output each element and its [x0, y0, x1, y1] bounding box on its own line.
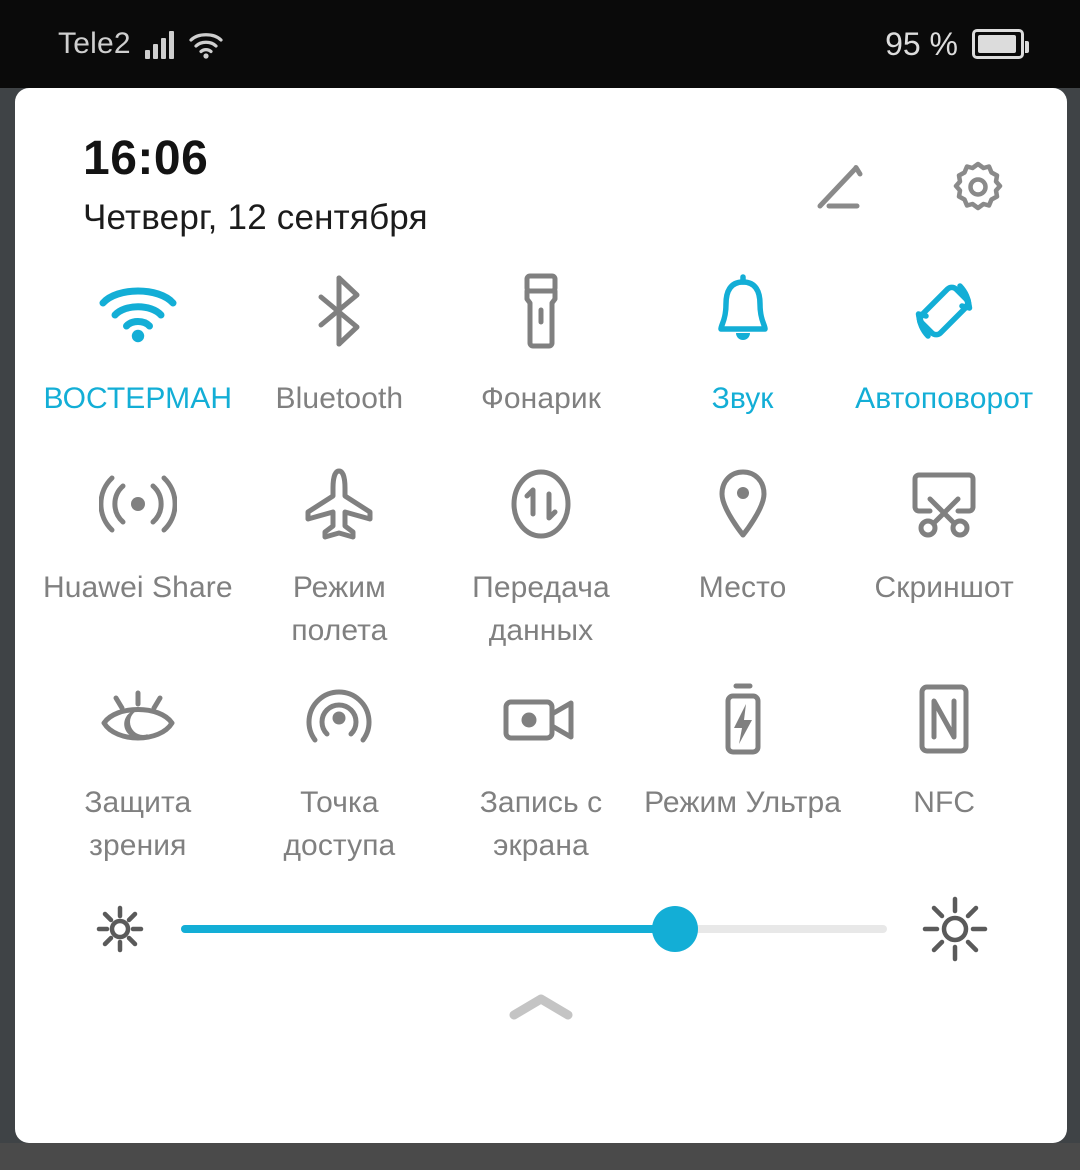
tile-label: Место	[698, 570, 787, 604]
tile-location[interactable]: Место	[642, 449, 844, 652]
collapse-handle[interactable]	[15, 971, 1067, 1045]
battery-percent-label: 95 %	[885, 25, 958, 62]
carrier-label: Tele2	[58, 27, 131, 60]
wifi-icon	[95, 274, 181, 348]
panel-header-actions	[811, 134, 1009, 218]
nfc-icon	[914, 682, 974, 756]
location-pin-icon	[713, 467, 773, 541]
tile-eye-comfort[interactable]: Защита зрения	[37, 664, 239, 867]
tile-label: Bluetooth	[275, 382, 404, 416]
tile-hotspot[interactable]: Точка доступа	[239, 664, 441, 867]
gear-icon[interactable]	[947, 156, 1009, 218]
tile-label: NFC	[913, 786, 976, 820]
tile-sound[interactable]: Звук	[642, 256, 844, 421]
panel-header: 16:06 Четверг, 12 сентября	[15, 88, 1067, 238]
status-bar-right: 95 %	[885, 25, 1029, 63]
slider-thumb[interactable]	[652, 906, 699, 953]
status-bar-left: Tele2	[58, 27, 224, 61]
clock-block: 16:06 Четверг, 12 сентября	[83, 132, 428, 238]
screen-record-icon	[501, 682, 581, 756]
tile-airplane-mode[interactable]: Режим полета	[239, 449, 441, 652]
flashlight-icon	[514, 273, 568, 349]
signal-bars-icon	[144, 29, 174, 59]
tile-label: Передача данных	[472, 570, 610, 647]
airplane-icon	[302, 467, 376, 541]
tile-label: Защита зрения	[84, 786, 192, 862]
tile-screenshot[interactable]: Скриншот	[843, 449, 1045, 652]
tile-row: Huawei Share Режим полета Передача данны…	[37, 449, 1045, 652]
tile-label: Режим Ультра	[644, 786, 842, 820]
brightness-low-icon[interactable]	[91, 900, 149, 958]
tiles-grid: ВОСТЕРМАН Bluetooth Фонарик Звук Автопов…	[15, 238, 1067, 867]
tile-bluetooth[interactable]: Bluetooth	[239, 256, 441, 421]
tile-huawei-share[interactable]: Huawei Share	[37, 449, 239, 652]
tile-row: ВОСТЕРМАН Bluetooth Фонарик Звук Автопов…	[37, 256, 1045, 421]
tile-flashlight[interactable]: Фонарик	[440, 256, 642, 421]
tile-label: Запись с экрана	[479, 786, 603, 862]
tile-label: Звук	[711, 382, 774, 416]
hotspot-icon	[303, 682, 375, 756]
ultra-battery-icon	[717, 682, 769, 756]
status-bar: Tele2 95 %	[0, 0, 1080, 88]
brightness-slider[interactable]	[181, 906, 887, 953]
tile-label: Фонарик	[480, 382, 601, 416]
clock-time: 16:06	[83, 132, 209, 185]
tile-auto-rotate[interactable]: Автоповорот	[843, 256, 1045, 421]
eye-comfort-icon	[98, 682, 178, 756]
phone-screen: Tele2 95 % 16:06 Четверг, 12 сентября ВО…	[0, 0, 1080, 1170]
quick-settings-panel: 16:06 Четверг, 12 сентября ВОСТЕРМАН Blu…	[15, 88, 1067, 1143]
tile-screen-record[interactable]: Запись с экрана	[440, 664, 642, 867]
bell-sound-icon	[711, 274, 775, 348]
tile-row: Защита зрения Точка доступа Запись с экр…	[37, 664, 1045, 867]
tile-wifi[interactable]: ВОСТЕРМАН	[37, 256, 239, 421]
tile-label: Автоповорот	[855, 382, 1034, 416]
auto-rotate-icon	[905, 274, 983, 348]
tile-nfc[interactable]: NFC	[843, 664, 1045, 867]
wifi-icon	[189, 33, 223, 59]
battery-icon	[972, 29, 1029, 59]
data-transfer-icon	[505, 467, 577, 541]
tile-label: Режим полета	[291, 570, 388, 647]
chevron-up-icon[interactable]	[506, 988, 576, 1028]
brightness-control	[15, 893, 1067, 965]
brightness-high-icon[interactable]	[919, 893, 991, 965]
tile-label: Huawei Share	[42, 570, 233, 604]
bluetooth-icon	[309, 274, 369, 348]
tile-ultra-power[interactable]: Режим Ультра	[642, 664, 844, 867]
tile-data-transfer[interactable]: Передача данных	[440, 449, 642, 652]
tile-label: Точка доступа	[283, 786, 396, 862]
bottom-nav-strip	[0, 1143, 1080, 1170]
screenshot-icon	[905, 467, 983, 541]
clock-date: Четверг, 12 сентября	[83, 198, 428, 238]
broadcast-share-icon	[98, 467, 177, 541]
pencil-edit-icon[interactable]	[811, 156, 873, 218]
tile-label: ВОСТЕРМАН	[43, 382, 233, 416]
slider-fill	[181, 925, 676, 934]
tile-label: Скриншот	[874, 570, 1014, 604]
